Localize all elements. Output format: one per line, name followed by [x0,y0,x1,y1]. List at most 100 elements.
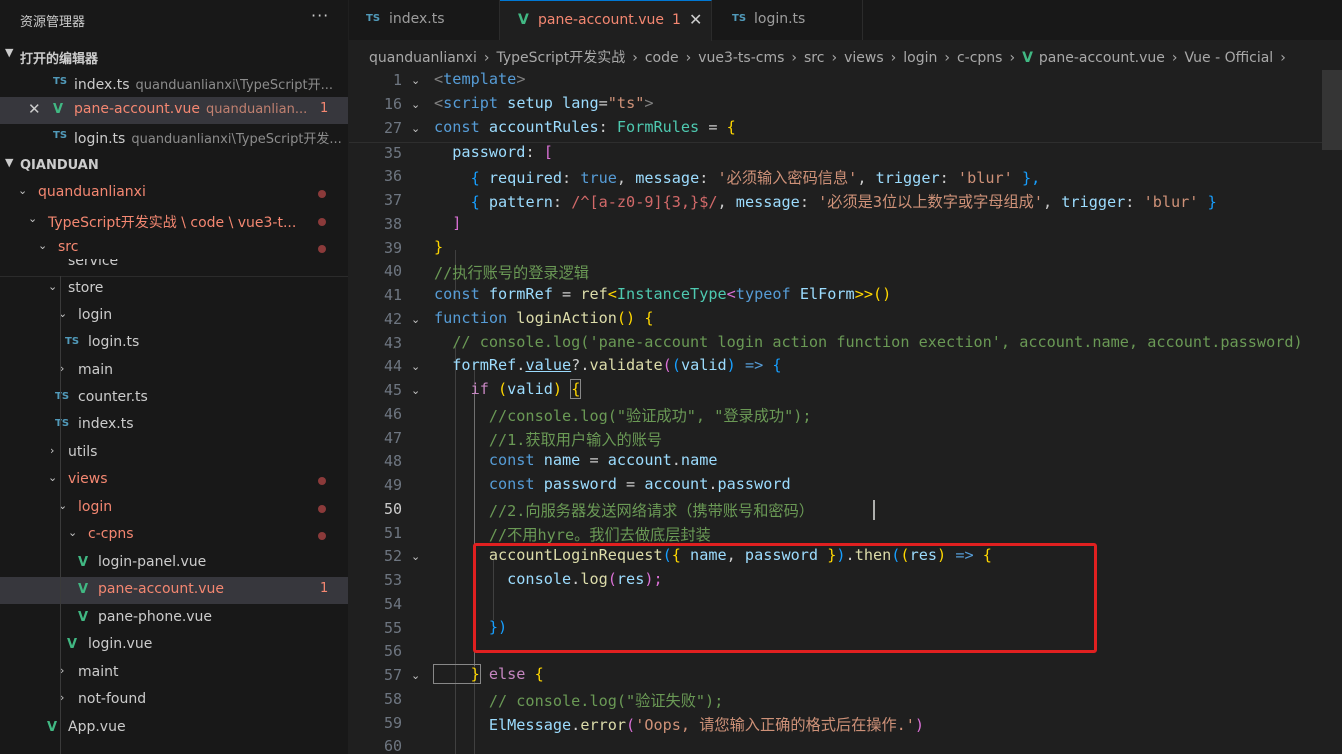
tab-index-ts[interactable]: TS index.ts [349,0,500,40]
breadcrumb-item[interactable]: quanduanlianxi [369,50,477,66]
tree-file[interactable]: TS index.ts [0,412,348,439]
typescript-file-icon: TS [53,130,68,141]
tree-folder[interactable]: ⌄ store [0,276,348,303]
chevron-down-icon[interactable]: ⌄ [411,669,420,682]
line-number: 56 [383,642,402,660]
breadcrumb-item[interactable]: login [903,50,937,66]
breadcrumb-item[interactable]: Vue - Official [1185,50,1274,66]
tree-file[interactable]: V login.vue [0,632,348,659]
tree-label: maint [78,664,119,680]
vue-file-icon: V [1022,50,1033,66]
line-number: 49 [383,476,402,494]
code-line: const accountRules: FormRules = { [434,118,736,136]
scrollbar-thumb[interactable] [1322,70,1342,150]
tree-file[interactable]: V login-panel.vue [0,550,348,577]
tree-folder[interactable]: ⌄ views [0,467,348,494]
editor-tab-bar: TS index.ts V pane-account.vue 1 ✕ TS lo… [349,0,1342,41]
tree-folder[interactable]: › not-found [0,687,348,714]
line-number: 39 [383,239,402,257]
line-number: 45 [383,381,402,399]
tree-folder[interactable]: ⌄ login [0,303,348,330]
line-number: 43 [383,334,402,352]
open-editor-path: quanduanlian... [206,102,308,117]
breadcrumb-item[interactable]: code [645,50,679,66]
chevron-down-icon[interactable]: ⌄ [411,550,420,563]
line-number: 52 [383,547,402,565]
open-editor-item[interactable]: TS index.ts quanduanlianxi\TypeScript开... [0,70,348,97]
more-actions-icon[interactable]: ··· [311,6,329,25]
problem-count-badge: 1 [672,12,681,28]
chevron-down-icon[interactable]: ⌄ [411,74,420,87]
code-editor[interactable]: 1 ⌄ 16 ⌄ 27 ⌄ 35 36 37 38 39 40 41 42 ⌄ … [349,70,1342,754]
close-icon[interactable]: ✕ [689,10,702,29]
breadcrumb-item[interactable]: src [804,50,824,66]
breadcrumb-item[interactable]: views [844,50,884,66]
chevron-down-icon[interactable]: ⌄ [411,384,420,397]
problem-count-badge: 1 [320,101,329,116]
code-line: // console.log("验证失败"); [434,692,724,710]
tree-file[interactable]: V pane-phone.vue [0,605,348,632]
breadcrumb-item[interactable]: TypeScript开发实战 [496,50,625,66]
vue-file-icon: V [78,582,89,597]
chevron-down-icon: ⌄ [68,526,78,539]
code-line: ] [434,214,462,232]
chevron-down-icon[interactable]: ⌄ [411,360,420,373]
tree-folder[interactable]: › main [0,358,348,385]
code-line: //console.log("验证成功", "登录成功"); [434,407,812,425]
tree-label: main [78,362,113,378]
tree-label: TypeScript开发实战 \ code \ vue3-t... [48,215,297,231]
breadcrumb-item[interactable]: vue3-ts-cms [698,50,784,66]
chevron-down-icon: ▼ [5,156,14,169]
chevron-down-icon[interactable]: ⌄ [411,122,420,135]
modified-dot [318,477,326,485]
code-line: //执行账号的登录逻辑 [434,264,589,282]
tree-folder[interactable]: ⌄ quanduanlianxi [0,180,348,207]
tree-label: store [68,280,104,296]
close-icon[interactable]: ✕ [28,100,41,118]
open-editor-item[interactable]: TS login.ts quanduanlianxi\TypeScript开发..… [0,124,348,151]
breadcrumb-item[interactable]: c-cpns [957,50,1003,66]
tree-label: index.ts [78,416,134,432]
tree-file[interactable]: TS counter.ts [0,385,348,412]
tree-folder[interactable]: › maint [0,660,348,687]
tree-folder[interactable]: › utils [0,440,348,467]
typescript-file-icon: TS [732,13,747,24]
tree-label: login.vue [88,636,153,652]
breadcrumb-item[interactable]: pane-account.vue [1039,50,1165,66]
line-number: 42 [383,310,402,328]
tree-folder[interactable]: ⌄ TypeScript开发实战 \ code \ vue3-t... [0,208,348,235]
code-line: const name = account.name [434,451,718,469]
tree-folder[interactable]: ⌄ src [0,235,348,262]
chevron-down-icon[interactable]: ⌄ [411,98,420,111]
open-editors-header[interactable]: ▼ 打开的编辑器 [0,43,348,69]
workspace-header[interactable]: ▼ QIANDUAN [0,153,348,179]
line-number: 1 [392,71,402,89]
chevron-right-icon: › [890,50,897,66]
tree-file[interactable]: V App.vue [0,715,348,742]
tree-label: pane-account.vue [98,581,224,597]
tree-label: c-cpns [88,526,134,542]
tree-file-active[interactable]: V pane-account.vue 1 [0,577,348,604]
open-editor-item-active[interactable]: ✕ V pane-account.vue quanduanlian... 1 [0,97,348,124]
tree-label: utils [68,444,98,460]
tab-login-ts[interactable]: TS login.ts [712,0,863,40]
code-line: //1.获取用户输入的账号 [434,431,663,449]
tree-label: pane-phone.vue [98,609,213,625]
vue-file-icon: V [67,637,78,652]
minimap[interactable] [1322,70,1342,754]
text-cursor [873,500,875,520]
tree-label[interactable]: service [68,259,118,269]
code-line: { required: true, message: '必须输入密码信息', t… [434,169,1041,187]
tree-indent-guide [60,276,61,754]
tab-pane-account-vue[interactable]: V pane-account.vue 1 ✕ [500,0,712,41]
tree-folder[interactable]: ⌄ c-cpns [0,522,348,549]
tree-label: login [78,307,113,323]
open-editor-path: quanduanlianxi\TypeScript开... [135,78,334,93]
chevron-down-icon[interactable]: ⌄ [411,313,420,326]
chevron-down-icon: ⌄ [48,471,58,484]
tree-file[interactable]: TS login.ts [0,330,348,357]
line-number: 55 [383,619,402,637]
open-editor-name: pane-account.vue [74,101,200,117]
chevron-right-icon: › [791,50,798,66]
tree-folder[interactable]: ⌄ login [0,495,348,522]
